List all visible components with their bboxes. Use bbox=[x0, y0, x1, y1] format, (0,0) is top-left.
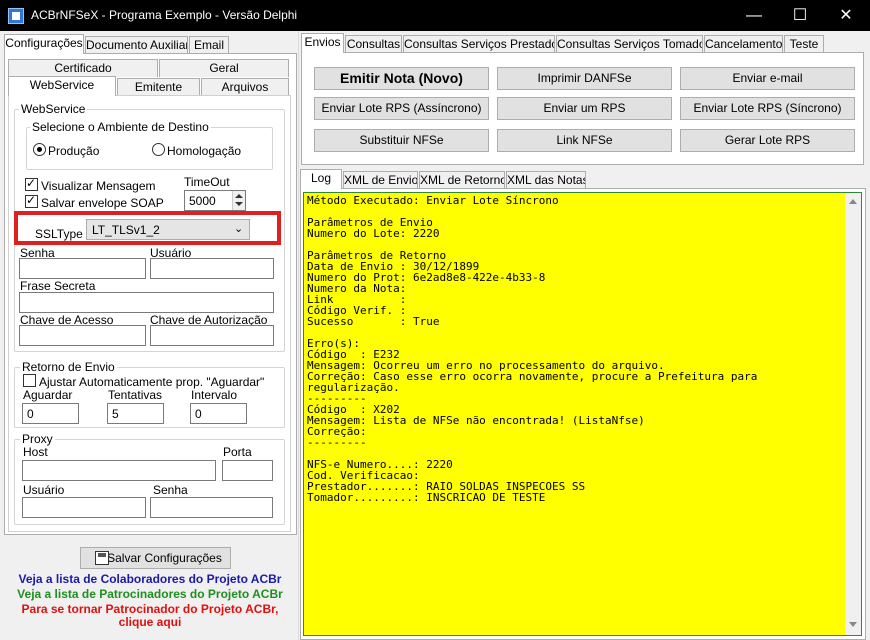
tab-certificado[interactable]: Certificado bbox=[8, 59, 158, 77]
log-scrollbar[interactable] bbox=[845, 193, 861, 635]
emitir-nota-button[interactable]: Emitir Nota (Novo) bbox=[314, 67, 489, 90]
proxy-senha-label: Senha bbox=[153, 483, 188, 497]
chave-acesso-input[interactable] bbox=[19, 325, 146, 346]
salvar-configuracoes-label: Salvar Configurações bbox=[107, 551, 222, 565]
gerar-lote-rps-button[interactable]: Gerar Lote RPS bbox=[680, 129, 855, 152]
tab-emitente[interactable]: Emitente bbox=[117, 78, 200, 96]
host-input[interactable] bbox=[22, 460, 216, 481]
proxy-group-label: Proxy bbox=[20, 432, 55, 446]
proxy-usuario-input[interactable] bbox=[22, 497, 146, 518]
tab-arquivos[interactable]: Arquivos bbox=[201, 78, 289, 96]
chave-autorizacao-input[interactable] bbox=[150, 325, 274, 346]
ajustar-checkbox[interactable] bbox=[23, 374, 36, 387]
imprimir-danfse-button[interactable]: Imprimir DANFSe bbox=[497, 67, 672, 90]
log-line: Numero do Lote: 2220 bbox=[307, 227, 440, 240]
log-line: --------- bbox=[307, 436, 367, 449]
tentativas-label: Tentativas bbox=[108, 388, 163, 402]
ssltype-label: SSLType bbox=[35, 227, 83, 241]
tab-consultas-tomados[interactable]: Consultas Serviços Tomados bbox=[556, 35, 703, 53]
salvar-envelope-label: Salvar envelope SOAP bbox=[41, 196, 164, 210]
aguardar-label: Aguardar bbox=[23, 388, 73, 402]
spin-down-icon[interactable] bbox=[235, 202, 243, 206]
timeout-spinner[interactable] bbox=[232, 191, 245, 210]
tab-webservice[interactable]: WebService bbox=[8, 76, 116, 96]
tab-configuracoes[interactable]: Configurações bbox=[4, 34, 84, 54]
link-nfse-button[interactable]: Link NFSe bbox=[497, 129, 672, 152]
tab-xml-notas[interactable]: XML das Notas bbox=[506, 171, 586, 189]
tab-geral[interactable]: Geral bbox=[159, 59, 289, 77]
frase-secreta-input[interactable] bbox=[19, 292, 274, 313]
porta-input[interactable] bbox=[222, 460, 273, 481]
producao-radio[interactable] bbox=[33, 143, 46, 156]
maximize-button[interactable]: ☐ bbox=[777, 0, 823, 31]
log-line: Método Executado: Enviar Lote Síncrono bbox=[307, 194, 559, 207]
retorno-group-label: Retorno de Envio bbox=[20, 360, 117, 374]
scroll-down-icon[interactable] bbox=[849, 622, 857, 627]
enviar-lote-sincrono-button[interactable]: Enviar Lote RPS (Síncrono) bbox=[680, 97, 855, 120]
proxy-senha-input[interactable] bbox=[150, 497, 273, 518]
tab-cancelamento[interactable]: Cancelamento bbox=[704, 35, 783, 53]
title-bar: ACBrNFSeX - Programa Exemplo - Versão De… bbox=[0, 0, 870, 31]
log-line: Correção: bbox=[307, 425, 367, 438]
salvar-configuracoes-button[interactable]: Salvar Configurações bbox=[80, 547, 231, 569]
intervalo-input[interactable]: 0 bbox=[190, 403, 247, 424]
webservice-group-label: WebService bbox=[19, 102, 88, 116]
spin-up-icon[interactable] bbox=[235, 194, 243, 198]
link-clique-aqui[interactable]: clique aqui bbox=[0, 615, 300, 629]
tab-email[interactable]: Email bbox=[189, 36, 229, 54]
host-label: Host bbox=[23, 445, 48, 459]
homologacao-radio[interactable] bbox=[152, 143, 165, 156]
close-button[interactable]: ✕ bbox=[823, 0, 869, 31]
ajustar-label: Ajustar Automaticamente prop. "Aguardar" bbox=[39, 375, 265, 389]
minimize-button[interactable]: — bbox=[731, 0, 777, 31]
usuario-input[interactable] bbox=[150, 258, 274, 279]
enviar-lote-assincrono-button[interactable]: Enviar Lote RPS (Assíncrono) bbox=[314, 97, 489, 120]
aguardar-input[interactable]: 0 bbox=[22, 403, 79, 424]
tab-documento-auxiliar[interactable]: Documento Auxiliar bbox=[85, 36, 188, 54]
tab-consultas-prestados[interactable]: Consultas Serviços Prestados bbox=[403, 35, 555, 53]
enviar-email-button[interactable]: Enviar e-mail bbox=[680, 67, 855, 90]
log-line: Tomador.........: INSCRICAO DE TESTE bbox=[307, 491, 546, 504]
salvar-envelope-checkbox[interactable] bbox=[25, 193, 38, 208]
tab-xml-retorno[interactable]: XML de Retorno bbox=[419, 171, 505, 189]
log-line: Mensagem: Lista de NFSe não encontrada! … bbox=[307, 414, 645, 427]
ssltype-value: LT_TLSv1_2 bbox=[92, 223, 160, 237]
frase-secreta-label: Frase Secreta bbox=[20, 279, 96, 293]
timeout-label: TimeOut bbox=[184, 175, 230, 189]
scroll-up-icon[interactable] bbox=[849, 199, 857, 204]
ambiente-group-label: Selecione o Ambiente de Destino bbox=[30, 120, 211, 134]
log-memo[interactable]: Método Executado: Enviar Lote Síncrono Pa… bbox=[303, 192, 862, 636]
link-tornar-patrocinador[interactable]: Para se tornar Patrocinador do Projeto A… bbox=[0, 602, 300, 616]
tab-envios[interactable]: Envios bbox=[301, 33, 344, 53]
link-colaboradores[interactable]: Veja a lista de Colaboradores do Projeto… bbox=[0, 572, 300, 586]
substituir-nfse-button[interactable]: Substituir NFSe bbox=[314, 129, 489, 152]
save-icon bbox=[95, 551, 109, 565]
tab-xml-envio[interactable]: XML de Envio bbox=[343, 171, 418, 189]
visualizar-mensagem-checkbox[interactable] bbox=[25, 176, 38, 191]
porta-label: Porta bbox=[223, 445, 252, 459]
app-icon bbox=[8, 8, 24, 24]
chevron-down-icon: ⌄ bbox=[234, 222, 244, 235]
visualizar-mensagem-label: Visualizar Mensagem bbox=[41, 179, 156, 193]
enviar-um-rps-button[interactable]: Enviar um RPS bbox=[497, 97, 672, 120]
senha-input[interactable] bbox=[19, 258, 146, 279]
producao-label: Produção bbox=[48, 144, 100, 158]
tentativas-input[interactable]: 5 bbox=[107, 403, 164, 424]
log-line: Sucesso : True bbox=[307, 315, 440, 328]
homologacao-label: Homologação bbox=[167, 144, 242, 158]
log-line: regularização. bbox=[307, 381, 400, 394]
tab-teste[interactable]: Teste bbox=[784, 35, 824, 53]
intervalo-label: Intervalo bbox=[191, 388, 238, 402]
window-title: ACBrNFSeX - Programa Exemplo - Versão De… bbox=[31, 8, 298, 22]
proxy-usuario-label: Usuário bbox=[23, 483, 65, 497]
ssltype-select[interactable]: LT_TLSv1_2 ⌄ bbox=[86, 219, 250, 240]
link-patrocinadores[interactable]: Veja a lista de Patrocinadores do Projet… bbox=[0, 587, 300, 601]
tab-consultas[interactable]: Consultas bbox=[345, 35, 402, 53]
tab-log[interactable]: Log bbox=[300, 169, 342, 189]
